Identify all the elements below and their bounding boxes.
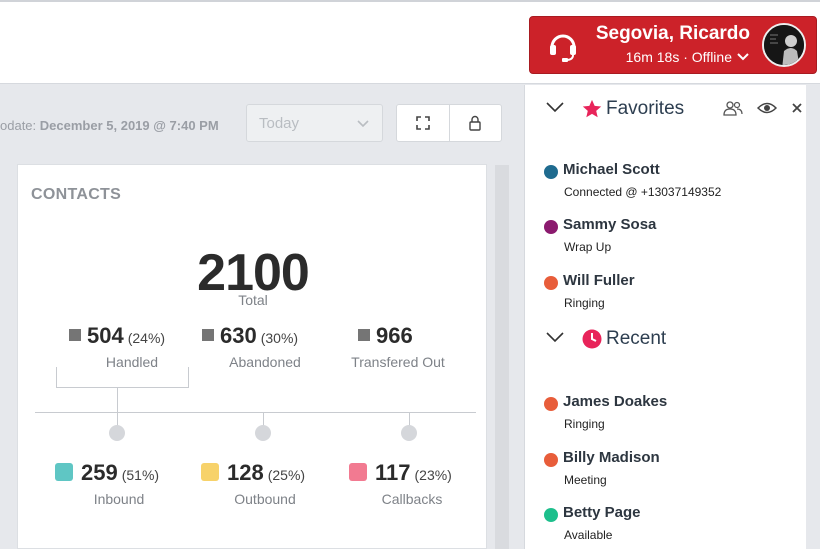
stat-label: Handled <box>105 354 159 370</box>
stat-label: Outbound <box>234 491 296 507</box>
recent-header: Recent <box>525 324 807 354</box>
legend-square <box>202 329 214 341</box>
favorites-header: Favorites <box>525 94 807 124</box>
connector-line <box>117 412 118 426</box>
avatar-image <box>764 25 804 65</box>
stat-value: 117 <box>375 460 411 485</box>
clock-icon <box>582 329 602 349</box>
chevron-down-icon <box>357 119 369 127</box>
contact-status: Available <box>564 528 613 542</box>
chevron-down-icon[interactable] <box>545 100 565 114</box>
agent-status-card[interactable]: Segovia, Ricardo 16m 18s · Offline <box>529 16 817 74</box>
presence-dot <box>544 165 558 179</box>
contact-status: Wrap Up <box>564 240 612 254</box>
recent-title: Recent <box>606 328 667 349</box>
legend-square <box>358 329 370 341</box>
presence-dot <box>544 276 558 290</box>
scrollbar[interactable] <box>806 85 820 549</box>
contact-status: Ringing <box>564 417 605 431</box>
stat-outbound: 128 (25%) <box>201 460 305 486</box>
stat-value: 128 <box>227 460 264 485</box>
view-controls <box>396 104 502 142</box>
chevron-down-icon <box>737 53 749 61</box>
close-icon[interactable] <box>791 102 803 114</box>
total-label: Total <box>238 292 268 308</box>
contact-status: Connected @ +13037149352 <box>564 185 722 199</box>
contacts-panel: CONTACTS 2100 Total 504 (24%) Handled 630… <box>17 164 487 549</box>
date-range-select[interactable]: Today <box>246 104 383 142</box>
stat-percent: (23%) <box>414 467 452 483</box>
panel-title: CONTACTS <box>31 186 122 203</box>
presence-dot <box>544 220 558 234</box>
contact-status: Ringing <box>564 296 605 310</box>
bracket-line <box>117 387 118 412</box>
stat-label: Abandoned <box>229 354 301 370</box>
stat-percent: (24%) <box>127 330 166 346</box>
stat-callbacks: 117 (23%) <box>349 460 452 486</box>
connector-line <box>409 412 410 426</box>
legend-square <box>69 329 81 341</box>
presence-dot <box>544 453 558 467</box>
connector-dot <box>109 425 125 441</box>
stat-label: Callbacks <box>381 491 443 507</box>
favorites-title: Favorites <box>606 98 685 119</box>
contacts-sidebar: Favorites Michael Scott Connected @ +130… <box>524 85 806 549</box>
lock-button[interactable] <box>448 105 502 141</box>
contact-name: Will Fuller <box>563 272 635 289</box>
chevron-down-icon[interactable] <box>545 330 565 344</box>
connector-line <box>263 412 264 426</box>
stat-inbound: 259 (51%) <box>55 460 159 486</box>
stat-label: Transfered Out <box>351 354 445 370</box>
stat-handled: 504 (24%) <box>69 323 165 349</box>
contact-status: Meeting <box>564 473 607 487</box>
headset-icon <box>550 34 576 62</box>
legend-square <box>55 463 73 481</box>
stat-value: 259 <box>81 460 118 485</box>
agent-status[interactable]: 16m 18s · Offline <box>626 49 750 65</box>
stat-transferred-out: 966 <box>358 323 413 349</box>
lock-icon <box>469 115 481 131</box>
last-update: odate: December 5, 2019 @ 7:40 PM <box>0 118 219 133</box>
stat-percent: (30%) <box>260 330 299 346</box>
favorites-tools <box>723 100 803 116</box>
fullscreen-button[interactable] <box>397 105 449 141</box>
stat-label: Inbound <box>93 491 145 507</box>
presence-dot <box>544 397 558 411</box>
stat-percent: (25%) <box>267 467 306 483</box>
agent-status-text: 16m 18s · Offline <box>625 49 732 65</box>
stat-value: 504 <box>87 323 124 348</box>
bracket-line <box>56 367 57 388</box>
stat-value: 966 <box>376 323 413 348</box>
date-range-value: Today <box>259 114 300 132</box>
last-update-label: odate: <box>0 118 37 133</box>
bracket-line <box>188 367 189 388</box>
agent-name: Segovia, Ricardo <box>595 23 750 44</box>
stat-abandoned: 630 (30%) <box>202 323 298 349</box>
contact-name: James Doakes <box>563 393 668 410</box>
bracket-line <box>56 387 189 388</box>
top-bar: Segovia, Ricardo 16m 18s · Offline <box>0 0 820 84</box>
star-icon <box>582 99 602 118</box>
presence-dot <box>544 508 558 522</box>
stat-value: 630 <box>220 323 257 348</box>
expand-icon <box>415 116 430 130</box>
avatar[interactable] <box>762 23 806 67</box>
contact-name: Michael Scott <box>563 161 660 178</box>
connector-dot <box>255 425 271 441</box>
users-icon[interactable] <box>723 100 743 116</box>
legend-square <box>201 463 219 481</box>
stat-percent: (51%) <box>121 467 160 483</box>
contact-name: Billy Madison <box>563 449 660 466</box>
contact-name: Betty Page <box>563 504 641 521</box>
legend-square <box>349 463 367 481</box>
connector-dot <box>401 425 417 441</box>
last-update-value: December 5, 2019 @ 7:40 PM <box>39 118 219 133</box>
scrollbar[interactable] <box>495 165 509 549</box>
contact-name: Sammy Sosa <box>563 216 657 233</box>
eye-icon[interactable] <box>757 101 777 115</box>
dashboard-main: odate: December 5, 2019 @ 7:40 PM Today … <box>0 85 524 549</box>
